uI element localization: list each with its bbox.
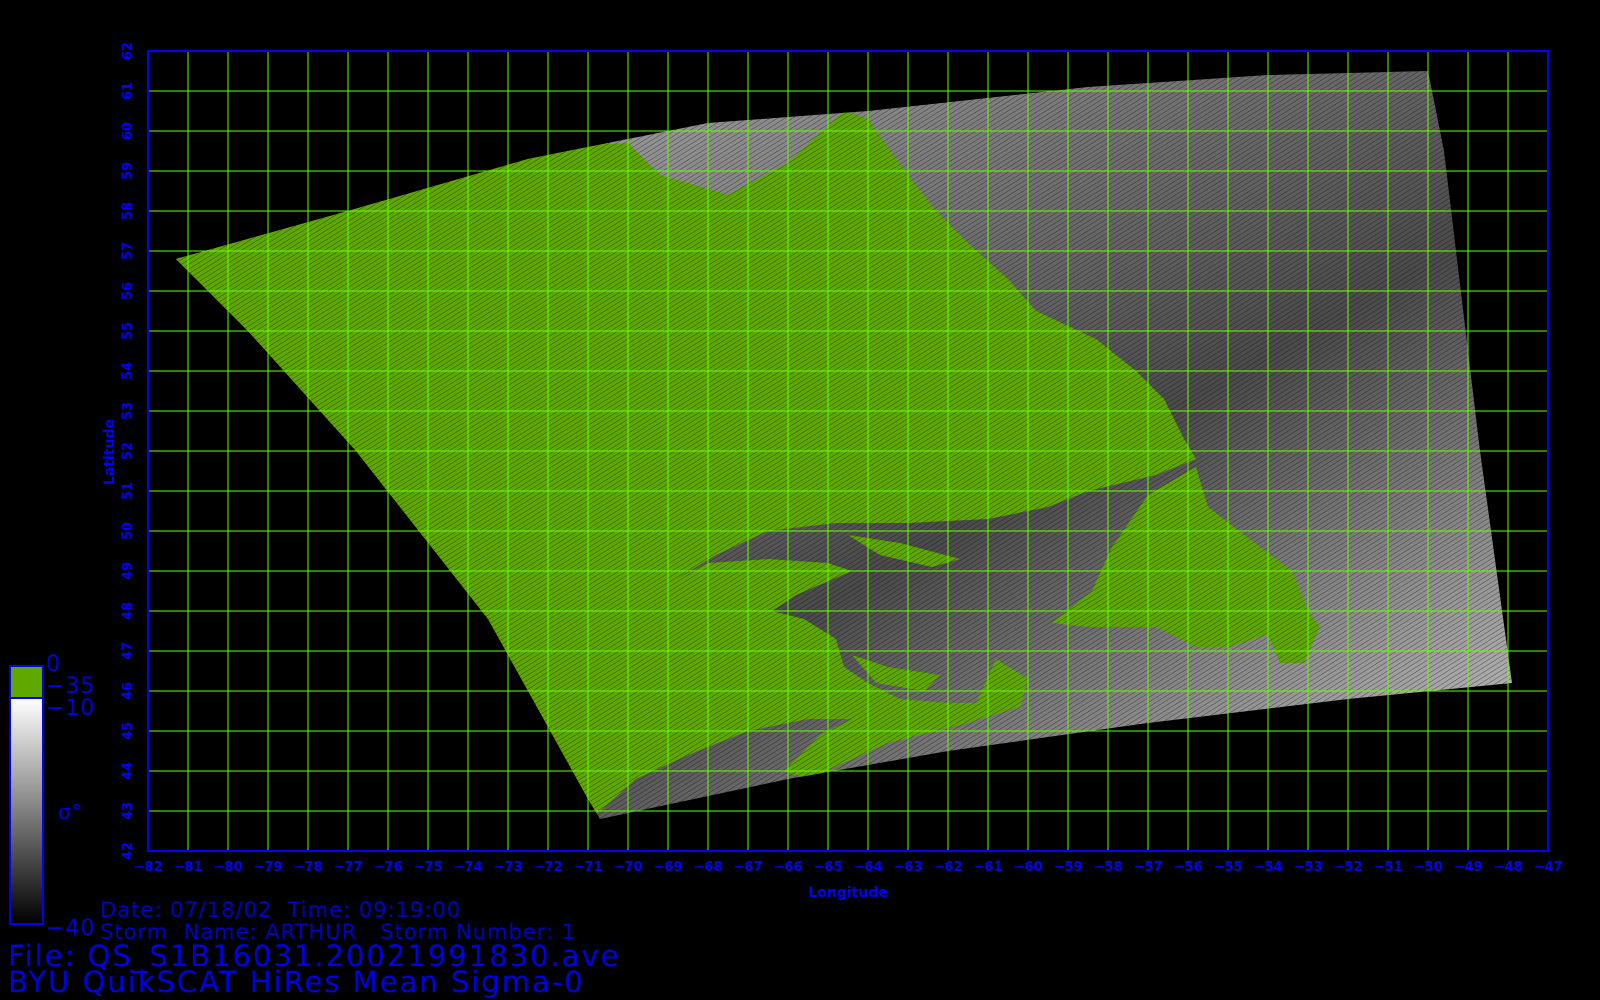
longitude-tick-label: −66: [774, 860, 803, 875]
latitude-tick-label: 53: [121, 402, 136, 420]
longitude-tick-label: −64: [854, 860, 883, 875]
latitude-tick-label: 50: [121, 522, 136, 540]
colorbar-ocean-bottom-label: −40: [46, 916, 96, 941]
longitude-tick-label: −82: [134, 860, 163, 875]
latitude-tick-label: 49: [121, 562, 136, 580]
longitude-tick-label: −80: [214, 860, 243, 875]
graticule: [147, 50, 1549, 852]
longitude-tick-label: −57: [1134, 860, 1163, 875]
colorbar-ocean-top-label: −10: [46, 696, 96, 721]
sigma0-map: −82 −81 −80 −79 −78 −77 −76 −75 −74 −73 −72 −71 −70−…: [9, 42, 1563, 925]
longitude-tick-label: −58: [1094, 860, 1123, 875]
longitude-tick-label: −65: [814, 860, 843, 875]
longitude-tick-label: −74: [454, 860, 483, 875]
latitude-tick-label: 56: [121, 282, 136, 300]
x-axis-label: Longitude: [808, 885, 888, 901]
latitude-tick-label: 42: [121, 842, 136, 860]
longitude-tick-label: −69: [654, 860, 683, 875]
latitude-tick-label: 51: [121, 482, 136, 500]
longitude-tick-label: −76: [374, 860, 403, 875]
colorbar: [9, 665, 44, 925]
latitude-tick-label: 44: [121, 762, 136, 780]
longitude-tick-label: −49: [1454, 860, 1483, 875]
date-time-line: Date: 07/18/02 Time: 09:19:00: [100, 898, 462, 922]
latitude-tick-label: 60: [121, 122, 136, 140]
longitude-tick-label: −51: [1374, 860, 1403, 875]
longitude-tick-label: −61: [974, 860, 1003, 875]
latitude-tick-label: 43: [121, 802, 136, 820]
latitude-tick-label: 58: [121, 202, 136, 220]
longitude-tick-label: −67: [734, 860, 763, 875]
longitude-tick-label: −68: [694, 860, 723, 875]
longitude-tick-label: −56: [1174, 860, 1203, 875]
longitude-tick-label: −79: [254, 860, 283, 875]
longitude-tick-label: −53: [1294, 860, 1323, 875]
longitude-tick-labels: −82 −81 −80 −79 −78 −77 −76 −75 −74 −73 −72 −71 −70−…: [134, 860, 1563, 875]
longitude-tick-label: −75: [414, 860, 443, 875]
latitude-tick-label: 62: [121, 42, 136, 60]
longitude-tick-label: −54: [1254, 860, 1283, 875]
longitude-tick-label: −81: [174, 860, 203, 875]
colorbar-land-segment: [9, 665, 44, 699]
longitude-tick-label: −70: [614, 860, 643, 875]
longitude-tick-label: −50: [1414, 860, 1443, 875]
latitude-tick-label: 59: [121, 162, 136, 180]
longitude-tick-label: −60: [1014, 860, 1043, 875]
longitude-tick-label: −52: [1334, 860, 1363, 875]
latitude-tick-label: 46: [121, 682, 136, 700]
latitude-tick-label: 45: [121, 722, 136, 740]
longitude-tick-label: −71: [574, 860, 603, 875]
longitude-tick-label: −47: [1534, 860, 1563, 875]
y-axis-label: Latitude: [102, 419, 118, 485]
colorbar-symbol: σ°: [58, 800, 83, 824]
latitude-tick-label: 54: [121, 362, 136, 380]
colorbar-ocean-segment: [9, 697, 44, 925]
latitude-tick-label: 57: [121, 242, 136, 260]
latitude-tick-label: 55: [121, 322, 136, 340]
longitude-tick-label: −63: [894, 860, 923, 875]
product-line: BYU QuikSCAT HiRes Mean Sigma-0: [8, 965, 585, 999]
longitude-tick-label: −48: [1494, 860, 1523, 875]
latitude-tick-labels: 42 43 44 45 46 47 48 49 50 51 52 53 54 55 56 57 58 59 60 61…: [121, 42, 136, 860]
latitude-tick-label: 52: [121, 442, 136, 460]
longitude-tick-label: −55: [1214, 860, 1243, 875]
longitude-tick-label: −59: [1054, 860, 1083, 875]
longitude-tick-label: −72: [534, 860, 563, 875]
latitude-tick-label: 48: [121, 602, 136, 620]
longitude-tick-label: −73: [494, 860, 523, 875]
longitude-tick-label: −77: [334, 860, 363, 875]
latitude-tick-label: 61: [121, 82, 136, 100]
longitude-tick-label: −62: [934, 860, 963, 875]
latitude-tick-label: 47: [121, 642, 136, 660]
longitude-tick-label: −78: [294, 860, 323, 875]
